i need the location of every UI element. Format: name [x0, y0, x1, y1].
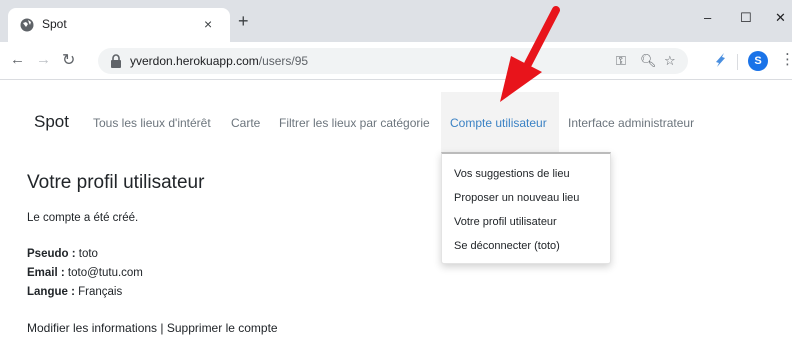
bookmark-star-icon[interactable]: ☆ — [664, 53, 676, 69]
minimize-icon[interactable]: – — [704, 10, 711, 25]
url-host: yverdon.herokuapp.com — [130, 54, 259, 68]
nav-link-filtrer[interactable]: Filtrer les lieux par catégorie — [279, 116, 430, 130]
key-icon[interactable]: ⚿ — [616, 53, 626, 69]
delete-account-link[interactable]: Supprimer le compte — [167, 321, 278, 335]
site-brand[interactable]: Spot — [34, 112, 69, 132]
tab-title: Spot — [42, 17, 67, 31]
browser-toolbar: ← → ↻ yverdon.herokuapp.com/users/95 ⚿ 🔍… — [0, 42, 792, 80]
url-text: yverdon.herokuapp.com/users/95 — [130, 54, 308, 68]
profile-actions: Modifier les informations | Supprimer le… — [27, 321, 278, 335]
menu-icon[interactable]: ⋮ — [780, 50, 792, 68]
nav-link-compte[interactable]: Compte utilisateur — [450, 116, 547, 130]
close-window-icon[interactable]: ✕ — [775, 10, 786, 26]
address-bar[interactable]: yverdon.herokuapp.com/users/95 ⚿ 🔍︎ ☆ — [98, 48, 688, 74]
email-line: Email : toto@tutu.com — [27, 267, 143, 279]
langue-line: Langue : Français — [27, 286, 122, 298]
dropdown-item-proposer[interactable]: Proposer un nouveau lieu — [454, 192, 579, 204]
account-created-message: Le compte a été créé. — [27, 212, 139, 224]
account-dropdown-menu: Vos suggestions de lieu Proposer un nouv… — [441, 152, 611, 264]
tab-strip: Spot × + – ☐ ✕ — [0, 0, 792, 42]
url-path: /users/95 — [258, 54, 309, 68]
dropdown-item-profil[interactable]: Votre profil utilisateur — [454, 216, 557, 228]
page-title: Votre profil utilisateur — [27, 172, 205, 193]
new-tab-button[interactable]: + — [238, 12, 249, 30]
browser-tab[interactable]: Spot × — [8, 8, 230, 42]
browser-window: Spot × + – ☐ ✕ ← → ↻ yverdon.herokuapp.c… — [0, 0, 792, 338]
pseudo-label: Pseudo : — [27, 248, 76, 260]
email-label: Email : — [27, 267, 65, 279]
edit-profile-link[interactable]: Modifier les informations — [27, 321, 157, 335]
profile-avatar[interactable]: S — [748, 51, 768, 71]
globe-icon — [20, 18, 34, 32]
pseudo-value: toto — [78, 248, 98, 260]
pseudo-line: Pseudo : toto — [27, 248, 98, 260]
dropdown-item-suggestions[interactable]: Vos suggestions de lieu — [454, 168, 570, 180]
langue-value: Français — [78, 286, 123, 298]
email-value: toto@tutu.com — [67, 267, 143, 279]
nav-link-admin[interactable]: Interface administrateur — [568, 116, 694, 130]
nav-link-lieux[interactable]: Tous les lieux d'intérêt — [93, 116, 211, 130]
site-navbar: Spot Tous les lieux d'intérêt Carte Filt… — [0, 81, 792, 154]
forward-icon[interactable]: → — [36, 51, 51, 68]
maximize-icon[interactable]: ☐ — [740, 10, 752, 26]
zoom-icon[interactable]: 🔍︎ — [640, 53, 657, 69]
lock-icon — [111, 54, 121, 68]
langue-label: Langue : — [27, 286, 75, 298]
toolbar-separator — [737, 54, 738, 70]
web-page: Spot Tous les lieux d'intérêt Carte Filt… — [0, 81, 792, 338]
extension-icon[interactable] — [714, 52, 726, 68]
tab-close-icon[interactable]: × — [204, 16, 212, 32]
reload-icon[interactable]: ↻ — [62, 50, 75, 70]
nav-link-carte[interactable]: Carte — [231, 116, 260, 130]
actions-separator: | — [160, 321, 164, 335]
back-icon[interactable]: ← — [10, 51, 25, 68]
dropdown-item-deconnecter[interactable]: Se déconnecter (toto) — [454, 240, 560, 252]
